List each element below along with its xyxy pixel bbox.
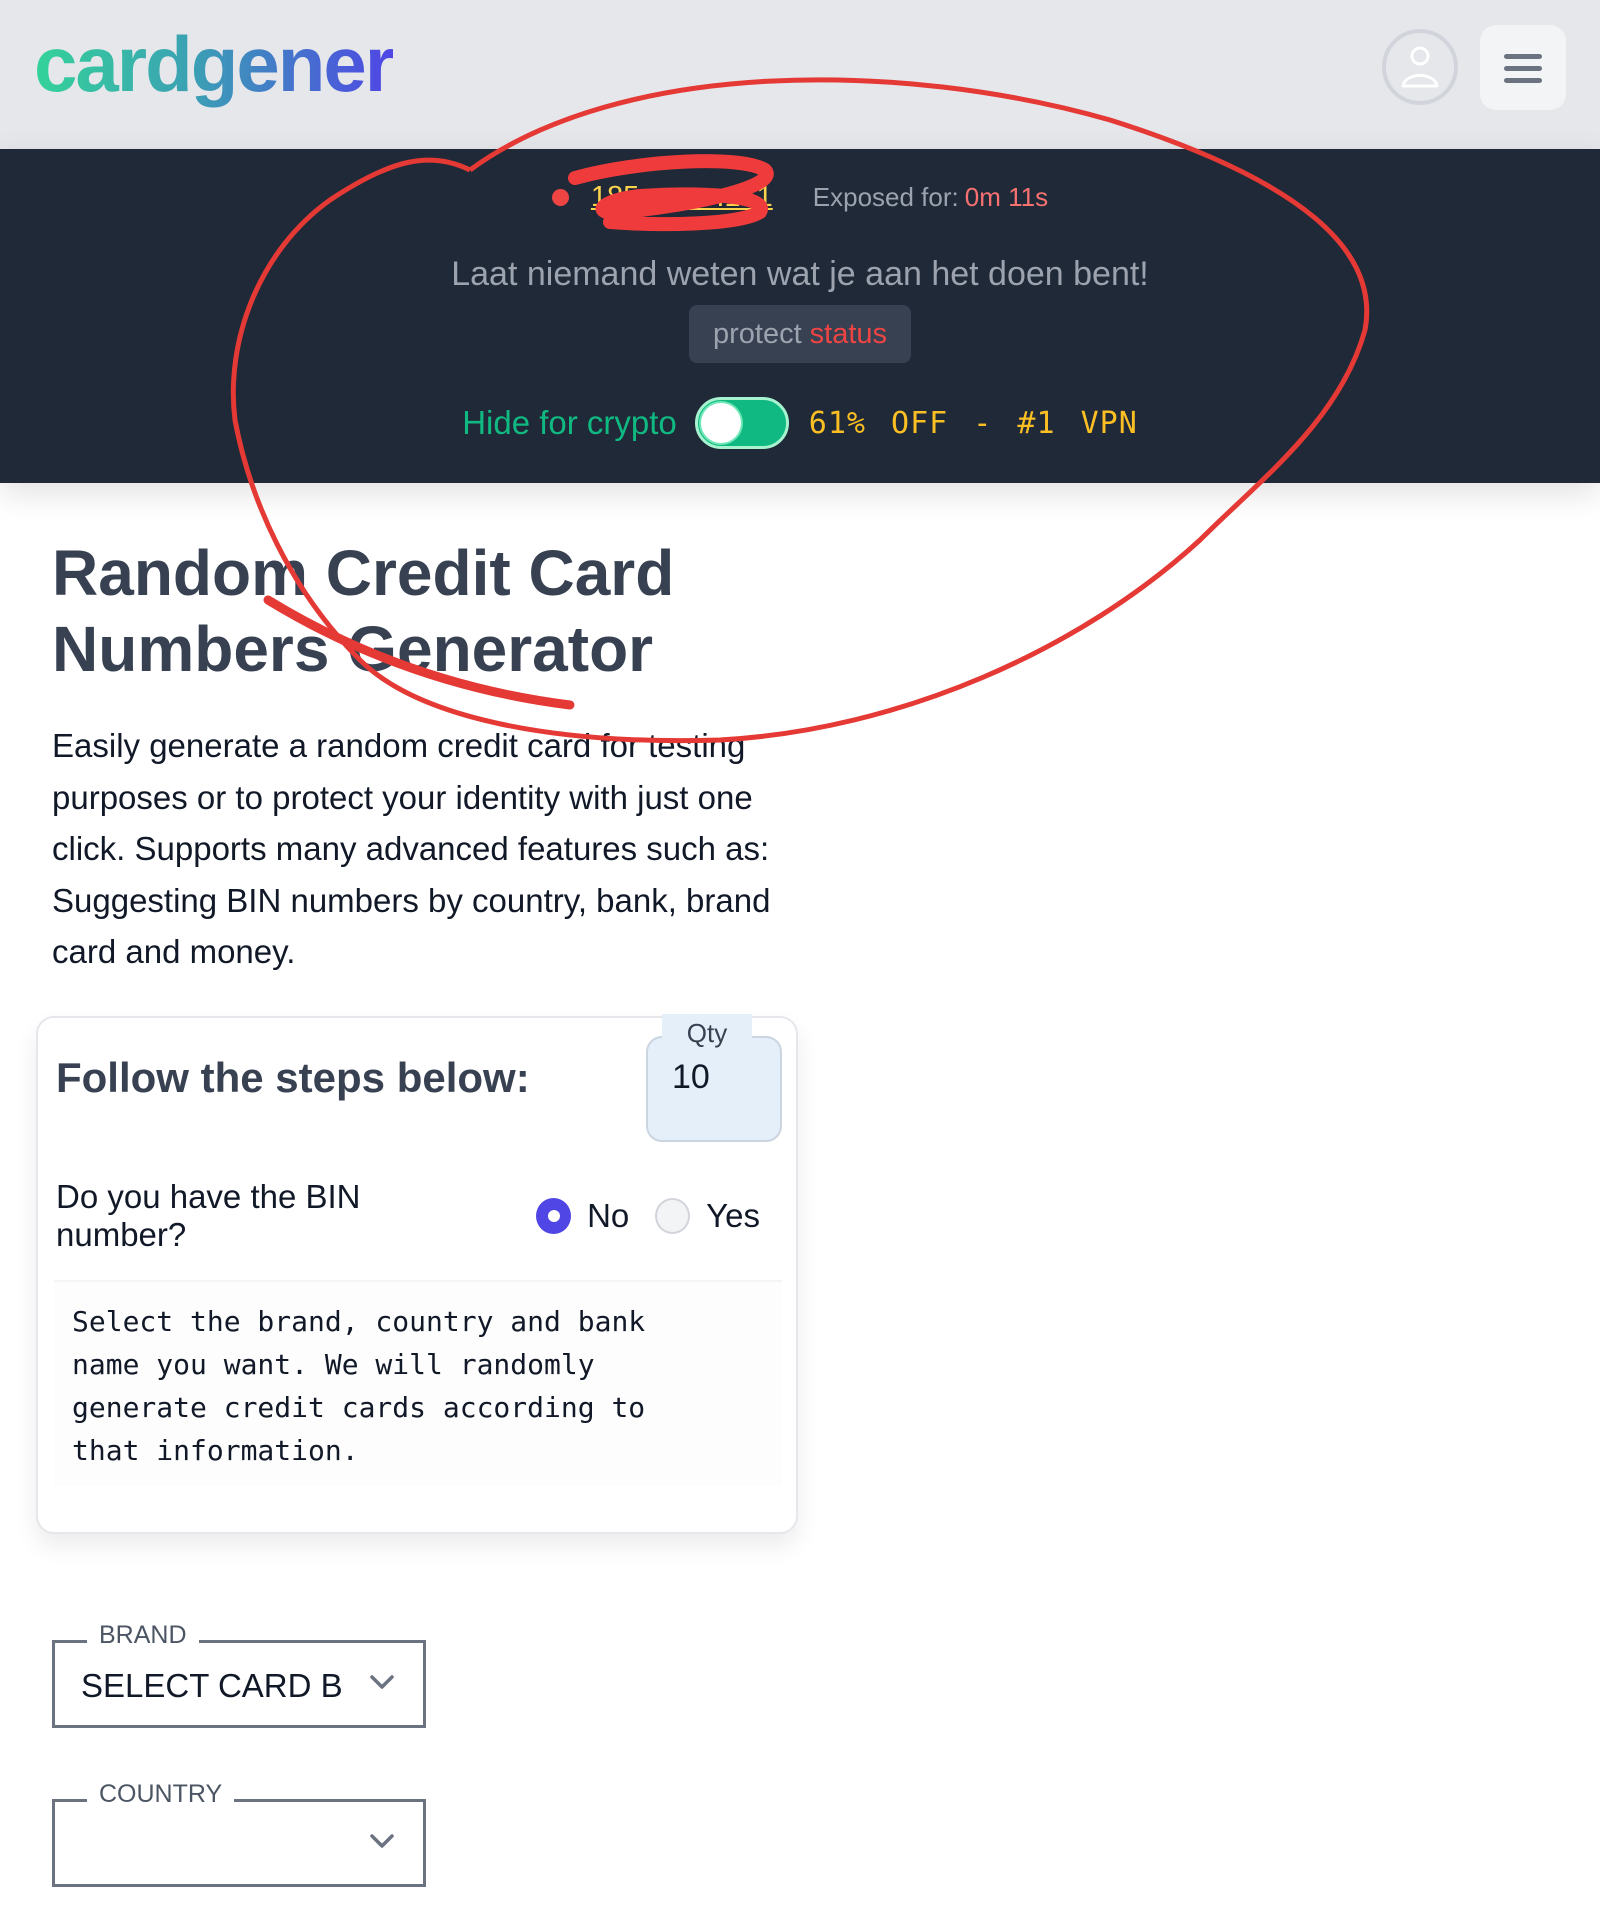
brand-label: BRAND [87,1621,199,1650]
qty-label: Qty [686,1018,728,1048]
protect-status-button[interactable]: protect status [689,305,911,363]
brand-select[interactable]: BRAND SELECT CARD BRAND [52,1621,426,1728]
qty-input[interactable] [672,1058,772,1097]
ip-status-row: 185.•••.•••.161 Exposed for: 0m 11s [0,181,1600,214]
crypto-toggle-row: Hide for crypto 61% OFF - #1 VPN [0,397,1600,449]
bin-question-row: Do you have the BIN number? No Yes [56,1178,786,1254]
vpn-offer-link[interactable]: 61% OFF - #1 VPN [809,406,1138,441]
hamburger-menu-icon [1504,53,1542,83]
ip-exposure-banner: 185.•••.•••.161 Exposed for: 0m 11s Laat… [0,149,1600,483]
country-label: COUNTRY [87,1780,235,1809]
site-header: cardgener [0,0,1600,149]
site-logo[interactable]: cardgener [34,21,395,108]
menu-button[interactable] [1480,25,1566,110]
bin-yes-label[interactable]: Yes [706,1197,760,1235]
bin-no-radio[interactable] [536,1198,572,1234]
intro-paragraph: Easily generate a random credit card for… [52,727,771,970]
protect-status-label: status [809,317,888,350]
chevron-down-icon[interactable] [369,1832,395,1850]
privacy-warning: Laat niemand weten wat je aan het doen b… [451,255,1149,293]
bin-question-label: Do you have the BIN number? [56,1178,361,1253]
exposed-label: Exposed for: [812,182,959,212]
page-title: Random Credit Card Numbers Generator [52,537,675,685]
ip-address-link[interactable]: 185.•••.•••.161 [591,181,773,214]
brand-selected-value: SELECT CARD BRAND [81,1667,341,1704]
steps-card-title: Follow the steps below: [56,1054,530,1101]
country-select[interactable]: COUNTRY [52,1780,426,1887]
hide-crypto-toggle[interactable] [694,397,789,449]
instructions-box: Select the brand, country and bank name … [54,1280,782,1486]
hide-crypto-label: Hide for crypto [462,404,677,441]
user-account-button[interactable] [1382,29,1458,105]
protect-label: protect [712,317,802,350]
exposed-timer: 0m 11s [964,182,1049,212]
bin-no-label[interactable]: No [587,1197,629,1235]
bin-yes-radio[interactable] [655,1198,691,1234]
toggle-knob [700,403,741,443]
user-icon [1401,46,1439,88]
chevron-down-icon[interactable] [369,1673,395,1691]
steps-card: Follow the steps below: Qty Do you have … [36,1014,798,1534]
status-dot-icon [551,189,569,206]
